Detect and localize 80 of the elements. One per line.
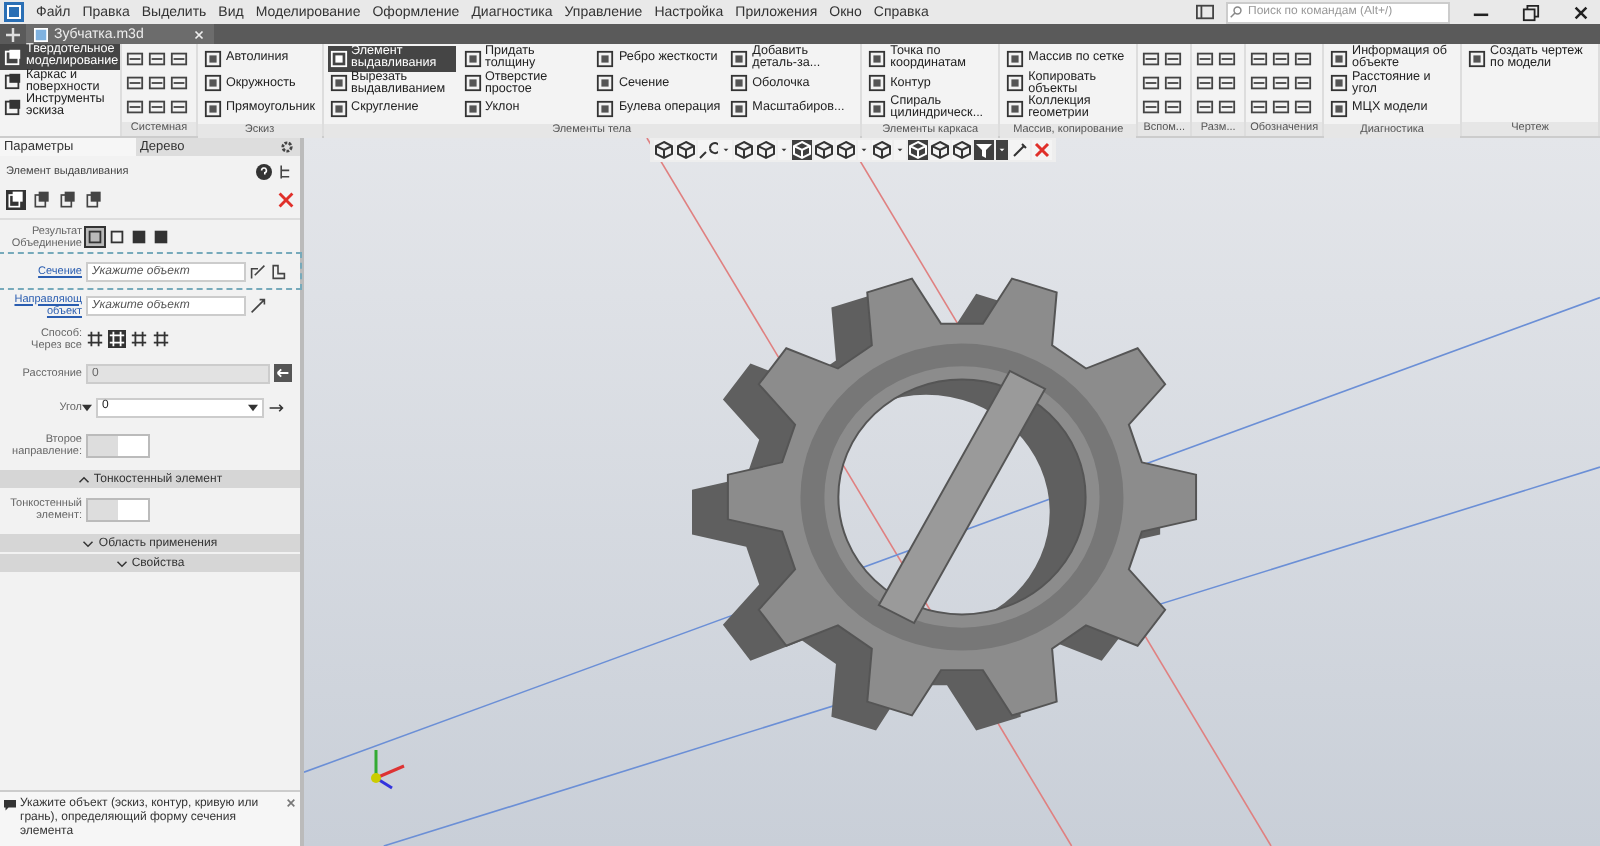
tool-icon[interactable] bbox=[1164, 73, 1183, 91]
operation-icon[interactable] bbox=[84, 190, 104, 210]
view-mode-icon[interactable] bbox=[872, 140, 892, 160]
chevron-icon bbox=[77, 475, 90, 483]
tool-icon[interactable] bbox=[1142, 49, 1161, 67]
tool-icon[interactable] bbox=[1250, 97, 1269, 115]
toggle-switch[interactable] bbox=[86, 434, 150, 458]
comment-icon bbox=[4, 800, 16, 812]
tool-icon[interactable] bbox=[1196, 73, 1215, 91]
tool-icon[interactable] bbox=[1164, 97, 1183, 115]
view-mode-icon[interactable] bbox=[734, 140, 754, 160]
settings-icon[interactable] bbox=[280, 140, 294, 154]
document-icon bbox=[34, 27, 48, 41]
tool-icon[interactable] bbox=[170, 97, 188, 115]
tool-icon[interactable] bbox=[1218, 49, 1237, 67]
method-option-icon[interactable] bbox=[130, 330, 148, 348]
tool-icon[interactable] bbox=[1218, 73, 1237, 91]
tool-icon[interactable] bbox=[1164, 49, 1183, 67]
toggle-switch[interactable] bbox=[86, 498, 150, 522]
operation-icon[interactable] bbox=[58, 190, 78, 210]
direction-icon[interactable] bbox=[274, 364, 292, 382]
tool-icon[interactable] bbox=[148, 49, 166, 67]
filter-icon[interactable] bbox=[974, 140, 994, 160]
view-mode-icon[interactable] bbox=[836, 140, 856, 160]
tool-icon bbox=[1468, 49, 1487, 68]
view-mode-icon[interactable] bbox=[756, 140, 776, 160]
result-option-icon[interactable] bbox=[86, 228, 104, 246]
caret-icon[interactable] bbox=[996, 140, 1008, 160]
tool-icon[interactable] bbox=[1272, 97, 1291, 115]
help-icon[interactable] bbox=[256, 164, 272, 180]
view-mode-icon[interactable] bbox=[676, 140, 696, 160]
method-option-icon[interactable] bbox=[152, 330, 170, 348]
chevron-icon bbox=[82, 539, 95, 547]
restore-icon[interactable] bbox=[1522, 3, 1540, 21]
cancel-icon[interactable] bbox=[278, 192, 294, 208]
tool-icon[interactable] bbox=[1272, 49, 1291, 67]
tool-icon[interactable] bbox=[1142, 97, 1161, 115]
view-mode-icon[interactable] bbox=[814, 140, 834, 160]
corner-icon[interactable] bbox=[270, 263, 286, 279]
search-icon bbox=[1230, 6, 1242, 18]
pipette-icon[interactable] bbox=[1010, 140, 1030, 160]
layout-icon[interactable] bbox=[1196, 4, 1214, 20]
cancel-icon[interactable] bbox=[1032, 140, 1052, 160]
caret-icon[interactable] bbox=[82, 403, 92, 411]
tree-icon[interactable] bbox=[278, 164, 294, 180]
operation-icon[interactable] bbox=[6, 190, 26, 210]
arrow-icon[interactable] bbox=[250, 297, 266, 313]
cube-icon[interactable] bbox=[792, 140, 812, 160]
close-icon[interactable] bbox=[1572, 3, 1590, 21]
view-mode-icon[interactable] bbox=[930, 140, 950, 160]
tool-icon[interactable] bbox=[1272, 73, 1291, 91]
app-logo-icon bbox=[4, 2, 24, 22]
tool-icon[interactable] bbox=[148, 73, 166, 91]
tool-icon[interactable] bbox=[1294, 97, 1313, 115]
tool-icon[interactable] bbox=[126, 97, 144, 115]
tool-icon[interactable] bbox=[1294, 73, 1313, 91]
arrow-icon[interactable] bbox=[268, 399, 284, 415]
tool-icon[interactable] bbox=[1196, 49, 1215, 67]
plus-icon[interactable] bbox=[6, 27, 20, 41]
method-option-icon[interactable] bbox=[86, 330, 104, 348]
tool-icon[interactable] bbox=[148, 97, 166, 115]
view-mode-icon[interactable] bbox=[952, 140, 972, 160]
tool-icon[interactable] bbox=[170, 73, 188, 91]
operation-icon[interactable] bbox=[32, 190, 52, 210]
caret-icon bbox=[248, 403, 258, 411]
tool-icon[interactable] bbox=[1196, 97, 1215, 115]
chevron-icon bbox=[115, 559, 128, 567]
tool-icon[interactable] bbox=[1250, 73, 1269, 91]
result-option-icon[interactable] bbox=[130, 228, 148, 246]
tool-icon[interactable] bbox=[170, 49, 188, 67]
tool-icon[interactable] bbox=[126, 49, 144, 67]
result-option-icon[interactable] bbox=[152, 228, 170, 246]
sketch-icon[interactable] bbox=[250, 263, 266, 279]
result-option-icon[interactable] bbox=[108, 228, 126, 246]
view-mode-icon[interactable] bbox=[654, 140, 674, 160]
tool-icon[interactable] bbox=[1250, 49, 1269, 67]
tool-icon[interactable] bbox=[126, 73, 144, 91]
tool-icon[interactable] bbox=[1218, 97, 1237, 115]
tool-icon[interactable] bbox=[1294, 49, 1313, 67]
tool-icon[interactable] bbox=[1142, 73, 1161, 91]
